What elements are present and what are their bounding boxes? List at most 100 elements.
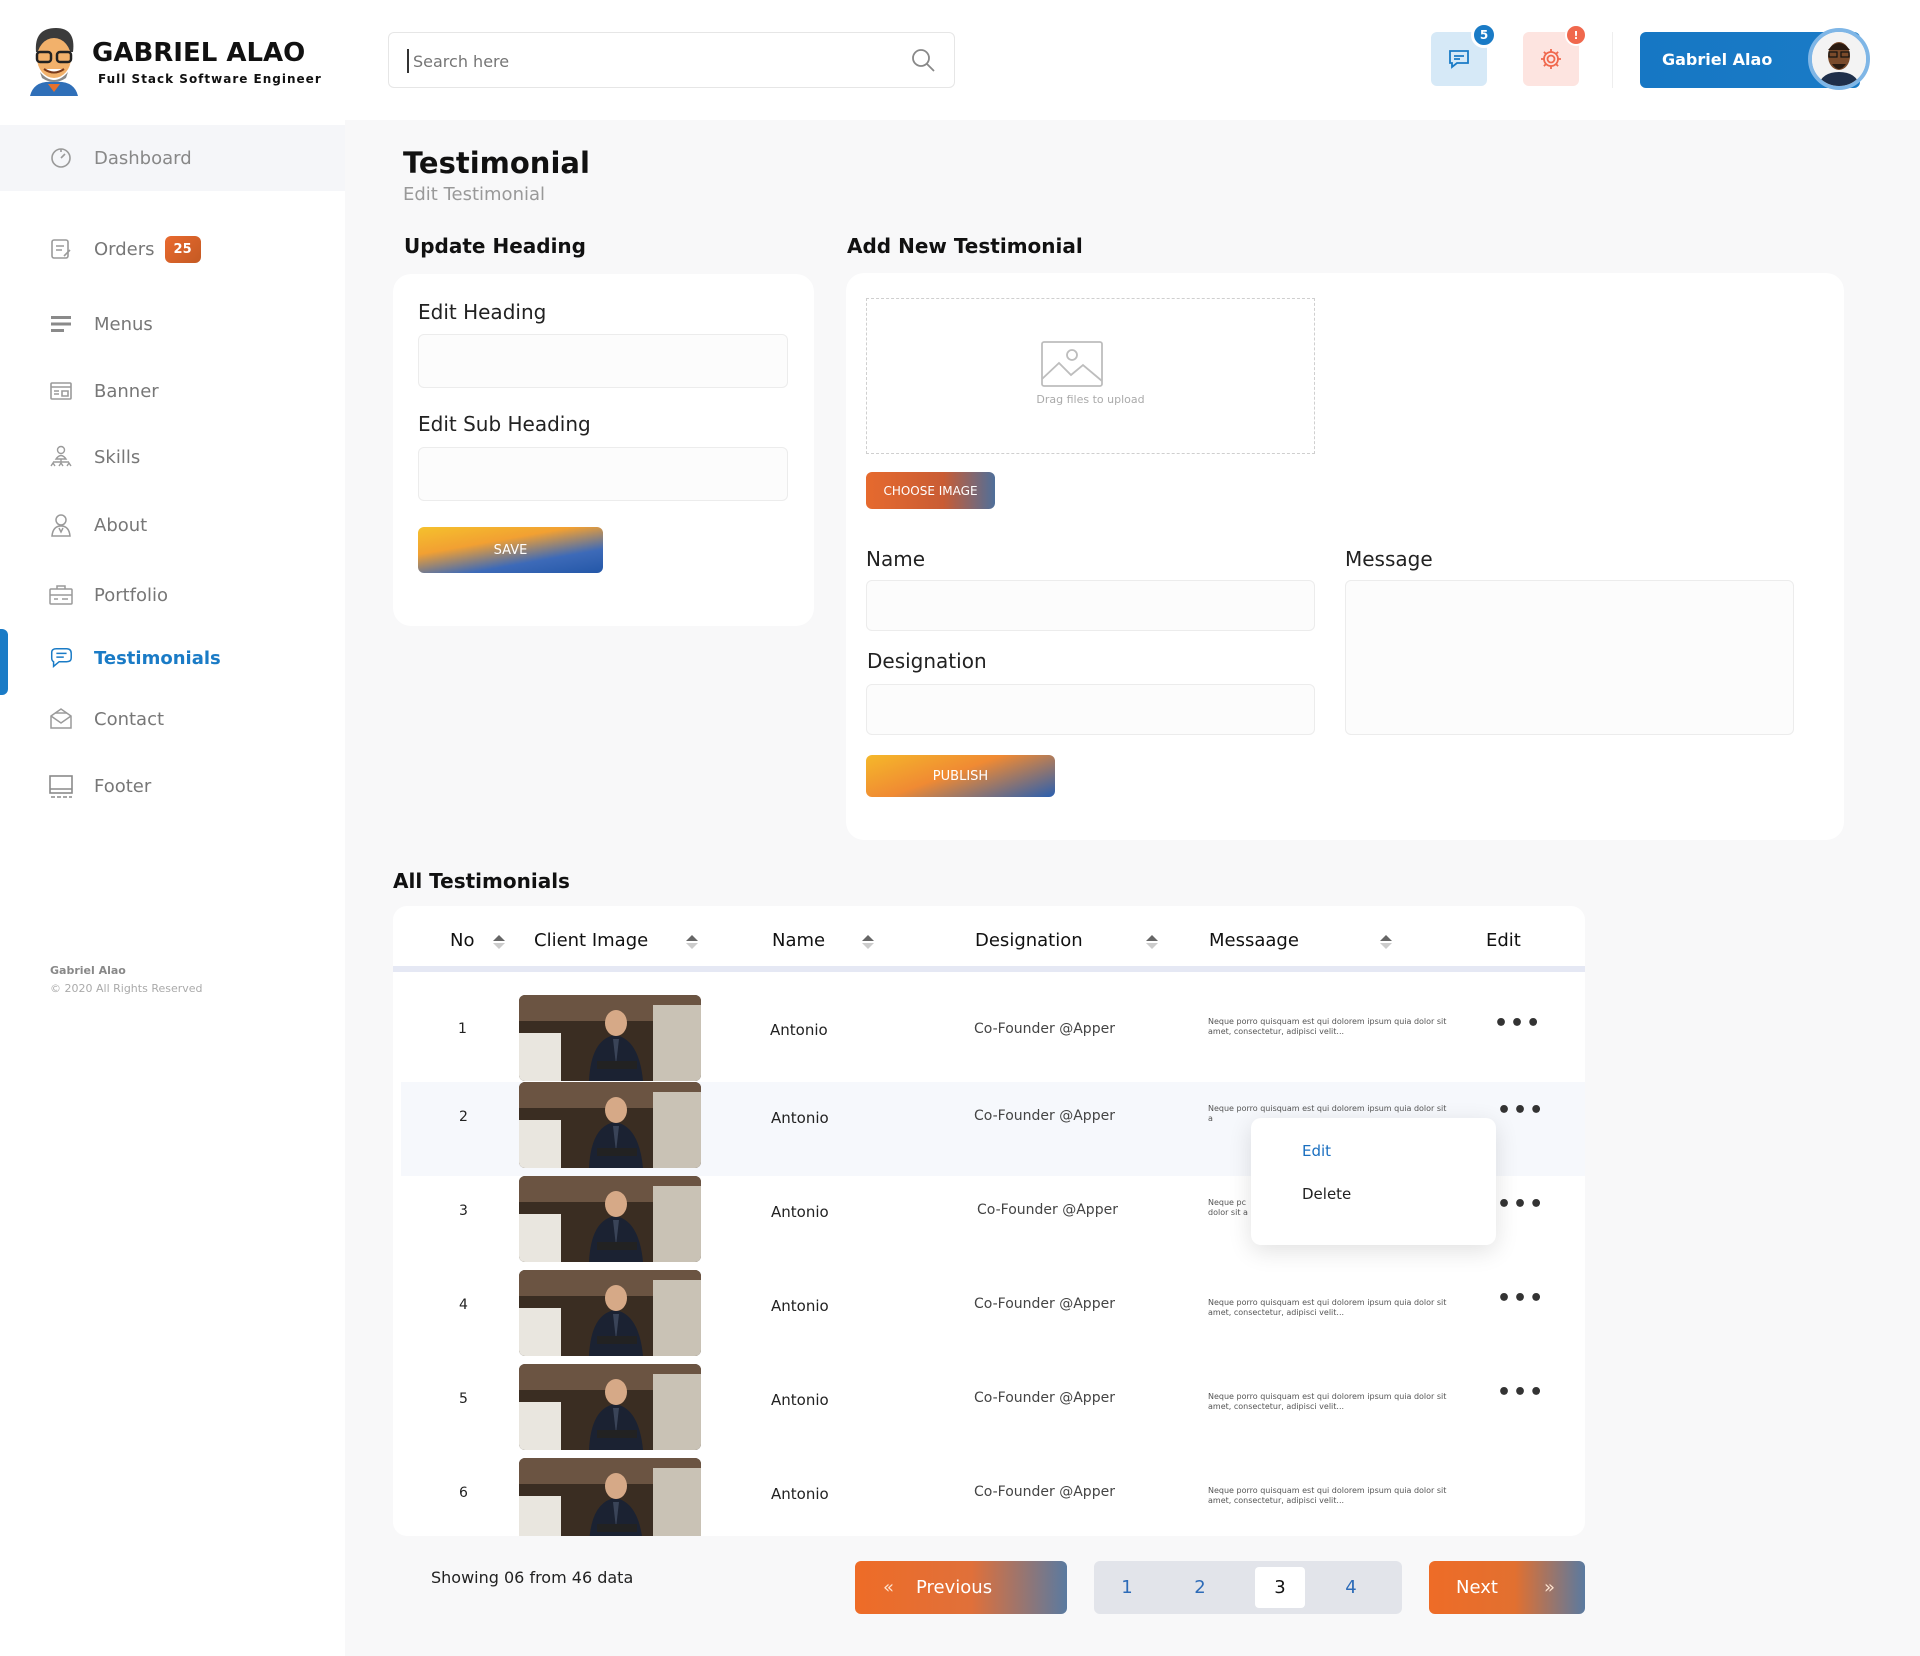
- chat-icon: [1449, 50, 1469, 69]
- previous-button[interactable]: « Previous: [855, 1561, 1067, 1614]
- sort-icon[interactable]: [685, 934, 699, 950]
- sidebar-item-skills[interactable]: Skills: [0, 422, 345, 492]
- skills-icon: [48, 444, 74, 470]
- row-number: 4: [459, 1297, 468, 1313]
- table-row[interactable]: 1 Antonio Co-Founder @Apper Neque porro …: [393, 987, 1585, 1081]
- row-number: 6: [459, 1485, 468, 1501]
- row-actions-icon[interactable]: •••: [1494, 1011, 1542, 1036]
- search-icon[interactable]: [910, 47, 936, 77]
- col-client-image[interactable]: Client Image: [534, 930, 648, 951]
- next-button[interactable]: Next »: [1429, 1561, 1585, 1614]
- col-no[interactable]: No: [450, 930, 474, 951]
- publish-button[interactable]: PUBLISH: [866, 755, 1055, 797]
- edit-subheading-field[interactable]: [418, 447, 788, 501]
- add-testimonial-title: Add New Testimonial: [847, 234, 1083, 258]
- page-title: Testimonial: [403, 146, 590, 180]
- dashboard-icon: [48, 145, 74, 171]
- col-message[interactable]: Messaage: [1209, 930, 1299, 951]
- sort-icon[interactable]: [1145, 934, 1159, 950]
- page-2[interactable]: 2: [1175, 1567, 1225, 1608]
- sidebar-item-label: Menus: [94, 313, 153, 335]
- user-avatar[interactable]: [1808, 28, 1870, 90]
- designation-field[interactable]: [866, 684, 1315, 735]
- edit-heading-field[interactable]: [418, 334, 788, 388]
- sidebar-item-label: Portfolio: [94, 584, 169, 606]
- row-message: Neque porro quisquam est qui dolorem ips…: [1208, 1392, 1447, 1411]
- user-photo-icon: [1812, 32, 1866, 86]
- image-placeholder-icon: [1041, 341, 1103, 387]
- sidebar-item-menus[interactable]: Menus: [0, 289, 345, 359]
- sidebar-item-label: Orders: [94, 238, 155, 260]
- sort-icon[interactable]: [1379, 934, 1393, 950]
- about-icon: [48, 512, 74, 538]
- sidebar-item-about[interactable]: About: [0, 490, 345, 560]
- page-1[interactable]: 1: [1102, 1567, 1152, 1608]
- sidebar-item-testimonials[interactable]: Testimonials: [0, 623, 345, 693]
- menus-icon: [48, 311, 74, 337]
- sidebar-item-portfolio[interactable]: Portfolio: [0, 560, 345, 630]
- page-4[interactable]: 4: [1326, 1567, 1376, 1608]
- sort-icon[interactable]: [861, 934, 875, 950]
- double-chevron-left-icon: «: [883, 1577, 895, 1598]
- row-designation: Co-Founder @Apper: [974, 1021, 1115, 1037]
- row-name: Antonio: [771, 1109, 829, 1127]
- page-3-current[interactable]: 3: [1255, 1567, 1305, 1608]
- name-field[interactable]: [866, 580, 1315, 631]
- save-button[interactable]: SAVE: [418, 527, 603, 573]
- search-box: [388, 32, 955, 88]
- table-row[interactable]: 5 Antonio Co-Founder @Apper Neque porro …: [393, 1364, 1585, 1458]
- brand-name: GABRIEL ALAO: [92, 38, 306, 68]
- footer-name: Gabriel Alao: [50, 964, 126, 977]
- choose-image-button[interactable]: CHOOSE IMAGE: [866, 472, 995, 509]
- drop-hint-text: Drag files to upload: [1036, 393, 1145, 406]
- table-row[interactable]: 4 Antonio Co-Founder @Apper Neque porro …: [393, 1270, 1585, 1364]
- table-header: No Client Image Name Designation Messaag…: [393, 906, 1585, 972]
- sort-icon[interactable]: [492, 934, 506, 950]
- update-heading-title: Update Heading: [404, 234, 586, 258]
- menu-item-edit[interactable]: Edit: [1302, 1142, 1331, 1160]
- sidebar-item-label: Footer: [94, 775, 152, 797]
- sidebar-item-footer[interactable]: Footer: [0, 751, 345, 821]
- row-designation: Co-Founder @Apper: [974, 1296, 1115, 1312]
- sidebar-item-label: Contact: [94, 708, 165, 730]
- row-actions-icon[interactable]: •••: [1497, 1098, 1545, 1123]
- row-actions-icon[interactable]: •••: [1497, 1286, 1545, 1311]
- message-field[interactable]: [1345, 580, 1794, 735]
- page-numbers: 1 2 3 4: [1094, 1561, 1402, 1614]
- testimonials-icon: [48, 645, 74, 671]
- client-image: [519, 1082, 701, 1168]
- image-dropzone[interactable]: Drag files to upload: [866, 298, 1315, 454]
- edit-heading-label: Edit Heading: [418, 300, 547, 324]
- menu-item-delete[interactable]: Delete: [1302, 1185, 1351, 1203]
- sidebar-item-banner[interactable]: Banner: [0, 356, 345, 426]
- row-designation: Co-Founder @Apper: [977, 1202, 1118, 1218]
- sidebar-item-orders[interactable]: Orders 25: [0, 214, 345, 284]
- row-name: Antonio: [771, 1391, 829, 1409]
- client-image: [519, 1364, 701, 1450]
- footer-icon: [48, 773, 74, 799]
- all-testimonials-title: All Testimonials: [393, 869, 570, 893]
- settings-alert-badge: !: [1565, 24, 1587, 46]
- row-name: Antonio: [771, 1203, 829, 1221]
- row-number: 3: [459, 1203, 468, 1219]
- portfolio-icon: [48, 582, 74, 608]
- previous-label: Previous: [916, 1577, 993, 1598]
- table-row[interactable]: 6 Antonio Co-Founder @Apper Neque porro …: [393, 1458, 1585, 1536]
- col-name[interactable]: Name: [772, 930, 825, 951]
- name-label: Name: [866, 547, 926, 571]
- gear-icon: [1541, 49, 1561, 69]
- row-actions-icon[interactable]: •••: [1497, 1192, 1545, 1217]
- sidebar-item-dashboard[interactable]: Dashboard: [0, 125, 345, 191]
- row-actions-icon[interactable]: •••: [1497, 1380, 1545, 1405]
- client-image: [519, 1270, 701, 1356]
- sidebar-item-contact[interactable]: Contact: [0, 684, 345, 754]
- messages-count-badge: 5: [1471, 22, 1497, 48]
- sidebar-item-label: Dashboard: [94, 147, 192, 169]
- col-designation[interactable]: Designation: [975, 930, 1083, 951]
- header-divider: [1612, 32, 1613, 88]
- showing-count: Showing 06 from 46 data: [431, 1568, 634, 1587]
- search-input[interactable]: [407, 49, 887, 73]
- caricature-logo-icon: [30, 28, 78, 96]
- row-designation: Co-Founder @Apper: [974, 1390, 1115, 1406]
- brand-logo[interactable]: GABRIEL ALAO Full Stack Software Enginee…: [26, 22, 326, 98]
